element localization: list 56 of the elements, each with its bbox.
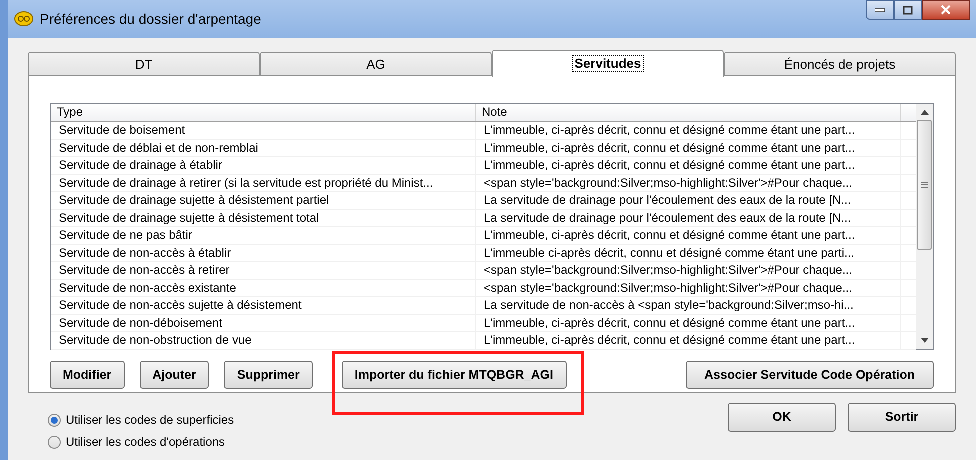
table-cell: Servitude de non-accès existante [51, 280, 476, 296]
scroll-down-icon [920, 338, 928, 343]
table-cell: La servitude de drainage pour l'écoulement des eaux de la route [N... [476, 192, 901, 208]
tab[interactable]: DT [28, 52, 260, 77]
table-cell: <span style='background:Silver;mso-highlight:Silver'>#Pour chaque... [476, 280, 901, 296]
table-cell: Servitude de drainage sujette à désistement partiel [51, 192, 476, 208]
dialog-button[interactable]: OK [728, 403, 836, 432]
table-cell: Servitude de drainage sujette à désistement total [51, 210, 476, 226]
table-cell: L'immeuble, ci-après décrit, connu et désigné comme étant une part... [476, 157, 901, 174]
table-cell: L'immeuble, ci-après décrit, connu et désigné comme étant une part... [476, 140, 901, 156]
tab[interactable]: Énoncés de projets [724, 52, 956, 77]
table-cell: L'immeuble, ci-après décrit, connu et désigné comme étant une part... [476, 122, 901, 138]
action-button[interactable]: Ajouter [140, 361, 210, 389]
table-cell: L'immeuble, ci-après décrit, connu et désigné comme étant une part... [476, 227, 901, 244]
scroll-thumb[interactable] [917, 120, 932, 250]
table-cell: Servitude de boisement [51, 122, 476, 138]
table-cell: L'immeuble, ci-après décrit, connu et désigné comme étant une part... [476, 332, 901, 348]
column-header[interactable]: Note [476, 104, 901, 121]
table-cell: Servitude de non-accès sujette à désistement [51, 297, 476, 314]
minimize-icon [875, 8, 885, 12]
scrollbar[interactable] [916, 104, 933, 349]
radio-button[interactable] [48, 436, 61, 448]
table-cell: Servitude de non-déboisement [51, 314, 476, 331]
table-cell: La servitude de non-accès à <span style='background:Silver;mso-hi... [476, 297, 901, 314]
tab[interactable]: Servitudes [492, 50, 724, 77]
close-button[interactable] [922, 0, 970, 20]
table-cell: Servitude de non-accès à établir [51, 244, 476, 261]
table-cell: Servitude de drainage à établir [51, 157, 476, 174]
window-title: Préférences du dossier d'arpentage [40, 10, 262, 29]
grip-icon [921, 182, 928, 188]
action-button[interactable]: Supprimer [224, 361, 313, 389]
action-button[interactable]: Importer du fichier MTQBGR_AGI [342, 361, 567, 389]
radio-option[interactable]: Utiliser les codes d'opérations [48, 433, 234, 451]
table-cell: Servitude de drainage à retirer (si la servitude est propriété du Minist... [51, 174, 476, 191]
table-cell: Servitude de non-obstruction de vue [51, 332, 476, 348]
table-cell: <span style='background:Silver;mso-highlight:Silver'>#Pour chaque... [476, 262, 901, 278]
close-icon [941, 5, 951, 15]
action-button[interactable]: Modifier [50, 361, 125, 389]
dialog-button[interactable]: Sortir [848, 403, 956, 432]
radio-option[interactable]: Utiliser les codes de superficies [48, 411, 234, 429]
table-cell: L'immeuble, ci-après décrit, connu et désigné comme étant une part... [476, 314, 901, 331]
table-cell: La servitude de drainage pour l'écoulement des eaux de la route [N... [476, 210, 901, 226]
app-logo-icon [14, 11, 34, 27]
table-cell: L'immeuble ci-après décrit, connu et désigné comme étant une parti... [476, 244, 901, 261]
maximize-icon [903, 6, 913, 14]
radio-button[interactable] [48, 414, 61, 426]
maximize-button[interactable] [894, 0, 922, 20]
action-button[interactable]: Associer Servitude Code Opération [686, 361, 934, 389]
table-cell: Servitude de ne pas bâtir [51, 227, 476, 244]
scroll-up-icon [920, 110, 928, 115]
table-cell: Servitude de non-accès à retirer [51, 262, 476, 278]
minimize-button[interactable] [866, 0, 894, 20]
column-header[interactable]: Type [51, 104, 476, 121]
table-cell: Servitude de déblai et de non-remblai [51, 140, 476, 156]
table-cell: <span style='background:Silver;mso-highlight:Silver'>#Pour chaque... [476, 174, 901, 191]
tab[interactable]: AG [260, 52, 492, 77]
